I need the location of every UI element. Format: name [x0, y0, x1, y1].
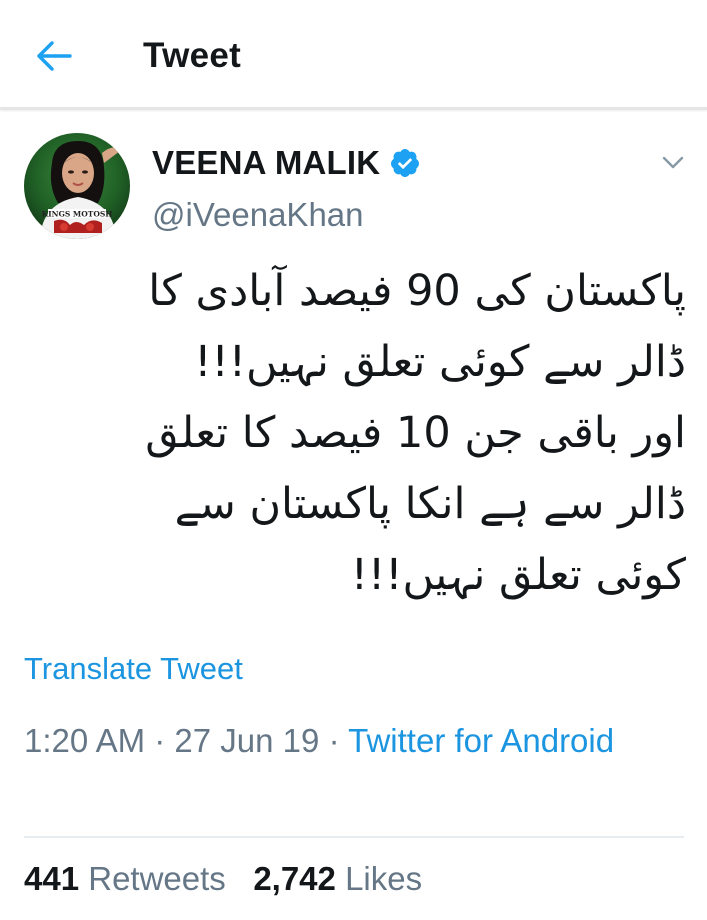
back-button[interactable] — [32, 34, 76, 78]
stats-divider — [24, 836, 684, 838]
profile-photo: KINGS MOTOSH — [24, 133, 130, 239]
author-name-row[interactable]: VEENA MALIK — [152, 144, 421, 182]
tweet-text: پاکستان کی 90 فیصد آبادی کا ڈالر سے کوئی… — [24, 256, 686, 611]
likes-count: 2,742 — [253, 860, 336, 897]
translate-tweet-link[interactable]: Translate Tweet — [24, 651, 243, 687]
arrow-left-icon — [37, 41, 72, 71]
tweet-text-line: اور باقی جن 10 فیصد کا تعلق — [145, 408, 686, 458]
chevron-down-icon — [662, 156, 684, 169]
page-title: Tweet — [143, 36, 242, 75]
likes-label: Likes — [345, 860, 423, 897]
likes-stat[interactable]: 2,742 Likes — [253, 860, 422, 897]
top-bar: Tweet — [0, 0, 707, 108]
tweet-meta: 1:20 AM · 27 Jun 19 · Twitter for Androi… — [24, 716, 664, 766]
tweet-text-line: ڈالر سے کوئی تعلق نہیں!!! — [194, 337, 686, 387]
author-display-name[interactable]: VEENA MALIK — [152, 144, 380, 182]
tweet-date: 27 Jun 19 — [174, 722, 320, 759]
tweet-text-line: پاکستان کی 90 فیصد آبادی کا — [148, 266, 686, 316]
header-divider — [0, 107, 707, 110]
retweets-count: 441 — [24, 860, 80, 897]
tweet-text-line: ڈالر سے ہے انکا پاکستان سے — [174, 479, 686, 529]
retweets-stat[interactable]: 441 Retweets — [24, 860, 226, 897]
meta-separator: · — [328, 722, 340, 759]
tweet-source-link[interactable]: Twitter for Android — [348, 722, 614, 759]
tweet-text-line: کوئی تعلق نہیں!!! — [350, 550, 686, 600]
engagement-stats: 441 Retweets 2,742 Likes — [24, 860, 422, 898]
more-options-button[interactable] — [656, 148, 690, 178]
meta-separator: · — [154, 722, 166, 759]
tweet-time: 1:20 AM — [24, 722, 146, 759]
retweets-label: Retweets — [88, 860, 226, 897]
avatar[interactable]: KINGS MOTOSH — [24, 133, 130, 239]
author-handle[interactable]: @iVeenaKhan — [152, 196, 364, 234]
verified-badge-icon — [389, 147, 421, 179]
svg-text:KINGS MOTOSH: KINGS MOTOSH — [42, 210, 113, 219]
